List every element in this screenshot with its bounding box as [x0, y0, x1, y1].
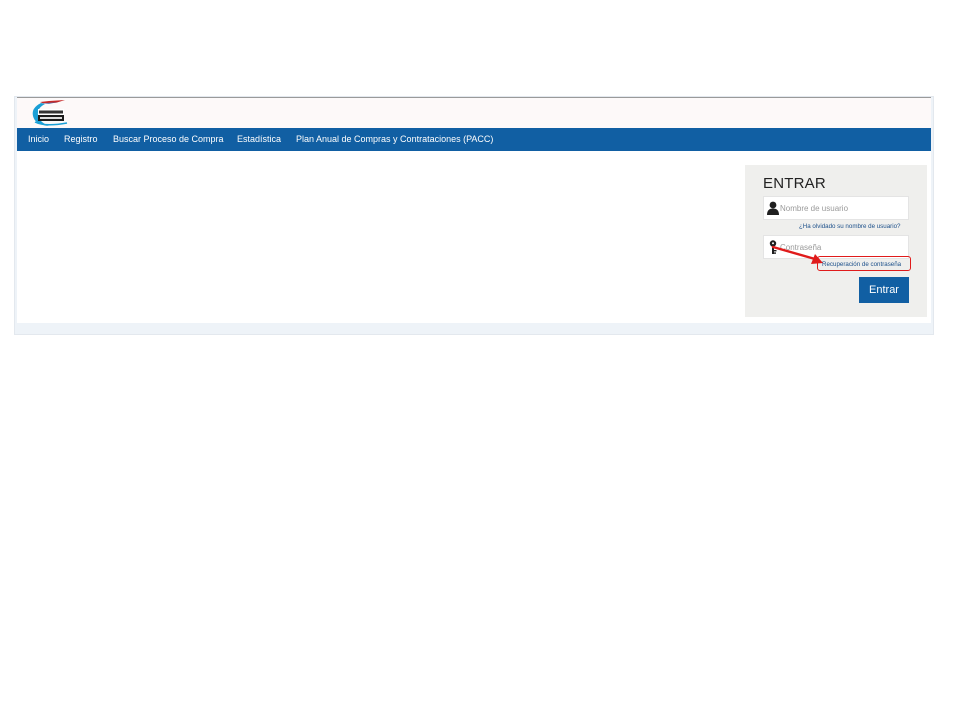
user-icon: [767, 201, 779, 215]
login-panel: ENTRAR ¿Ha olvidado su nombre de usuario…: [745, 165, 927, 317]
main-content: ENTRAR ¿Ha olvidado su nombre de usuario…: [17, 151, 931, 323]
nav-buscar-proceso[interactable]: Buscar Proceso de Compra: [113, 128, 224, 151]
site-header: [17, 97, 931, 128]
username-field: [763, 196, 909, 220]
login-title: ENTRAR: [763, 175, 826, 192]
red-arrow-icon: [771, 245, 823, 264]
nav-inicio[interactable]: Inicio: [28, 128, 49, 151]
nav-pacc[interactable]: Plan Anual de Compras y Contrataciones (…: [296, 128, 493, 151]
screenshot-frame: Inicio Registro Buscar Proceso de Compra…: [15, 97, 933, 334]
password-recovery-link[interactable]: Recuperación de contraseña: [822, 261, 901, 268]
forgot-username-link[interactable]: ¿Ha olvidado su nombre de usuario?: [799, 223, 900, 230]
nav-estadistica[interactable]: Estadística: [237, 128, 281, 151]
nav-registro[interactable]: Registro: [64, 128, 98, 151]
login-submit-button[interactable]: Entrar: [859, 277, 909, 303]
main-navbar: Inicio Registro Buscar Proceso de Compra…: [17, 128, 931, 151]
username-input[interactable]: [780, 199, 906, 217]
compras-logo[interactable]: [27, 100, 75, 128]
